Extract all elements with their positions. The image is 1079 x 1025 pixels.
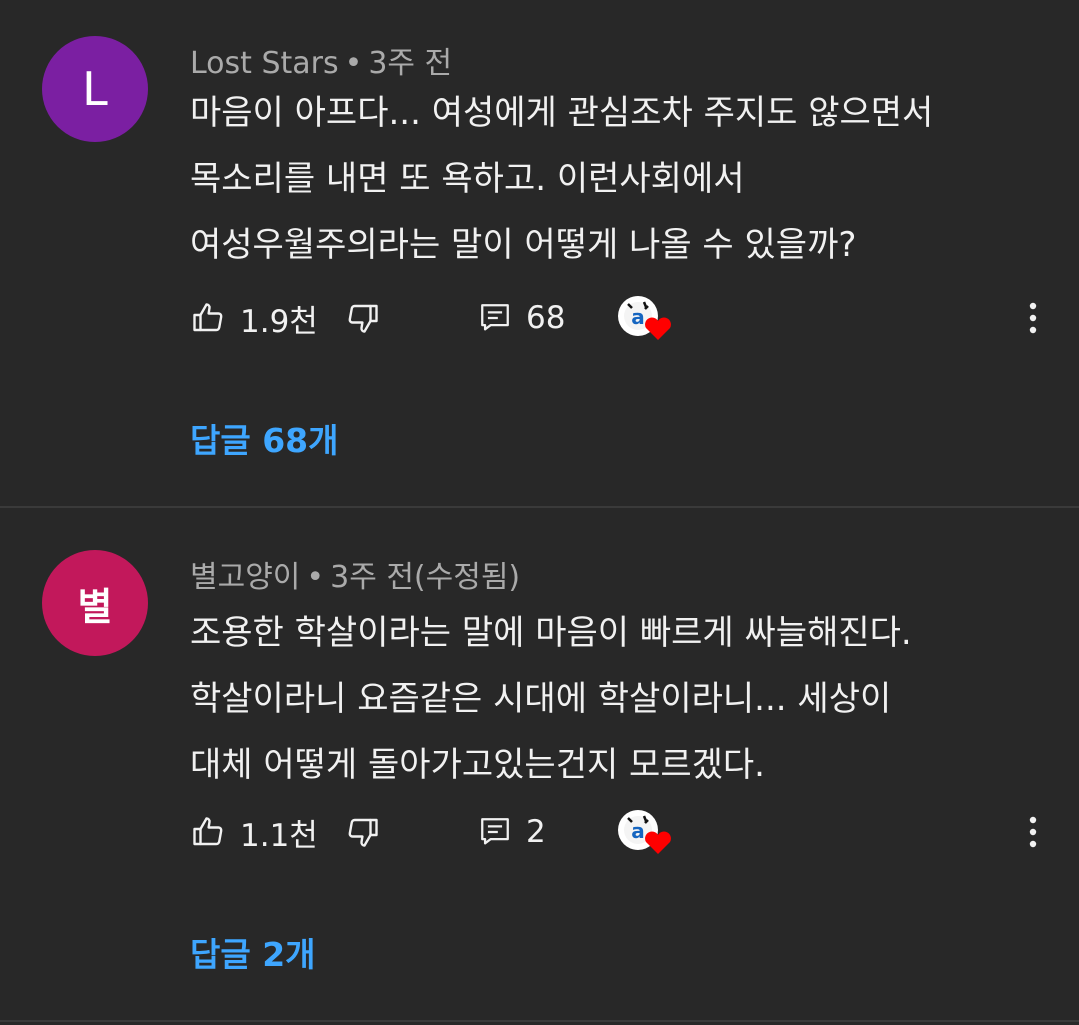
thumbs-down-icon: [345, 814, 381, 850]
avatar-letter: 별: [77, 584, 113, 629]
reply-count: 2: [526, 814, 546, 850]
like-button[interactable]: 1.1천: [190, 810, 318, 854]
comment-line: 목소리를 내면 또 욕하고. 이런사회에서: [190, 159, 745, 199]
comment-line: 여성우월주의라는 말이 어떻게 나올 수 있을까?: [190, 225, 857, 265]
thumbs-down-icon: [345, 300, 381, 336]
comment-meta: 별고양이 • 3주 전(수정됨): [190, 552, 520, 596]
dislike-button[interactable]: [345, 296, 381, 340]
svg-text:a: a: [631, 305, 645, 329]
more-vert-icon[interactable]: [1023, 814, 1043, 850]
comment-time[interactable]: 3주 전: [368, 46, 452, 81]
reply-button[interactable]: 68: [478, 296, 565, 340]
comment-actions: 1.9천 68 a: [190, 296, 1050, 340]
more-vert-icon[interactable]: [1023, 300, 1043, 336]
comment-icon: [478, 301, 512, 335]
meta-separator: •: [306, 560, 325, 595]
creator-heart-icon[interactable]: a: [618, 808, 672, 856]
like-count: 1.9천: [240, 303, 318, 340]
dislike-button[interactable]: [345, 810, 381, 854]
author-name[interactable]: 별고양이: [190, 560, 300, 595]
comment-line: 마음이 아프다... 여성에게 관심조차 주지도 않으면서: [190, 93, 934, 133]
comment-meta: Lost Stars • 3주 전: [190, 38, 452, 82]
avatar-letter: L: [82, 62, 108, 116]
comment-line: 대체 어떻게 돌아가고있는건지 모르겠다.: [190, 745, 765, 785]
comment-thread: L Lost Stars • 3주 전 마음이 아프다... 여성에게 관심조차 주…: [0, 0, 1079, 506]
comment-thread: 별 별고양이 • 3주 전(수정됨) 조용한 학살이라는 말에 마음이 빠르게 싸늘…: [0, 508, 1079, 1020]
svg-text:a: a: [631, 819, 645, 843]
avatar[interactable]: 별: [42, 550, 148, 656]
comment-actions: 1.1천 2 a: [190, 810, 1050, 854]
comment-line: 조용한 학살이라는 말에 마음이 빠르게 싸늘해진다.: [190, 613, 912, 653]
view-replies-link[interactable]: 답글 2개: [190, 928, 316, 976]
comment-text: 마음이 아프다... 여성에게 관심조차 주지도 않으면서 목소리를 내면 또 …: [190, 80, 933, 278]
reply-button[interactable]: 2: [478, 810, 546, 854]
divider: [0, 1020, 1079, 1022]
avatar[interactable]: L: [42, 36, 148, 142]
thumbs-up-icon: [190, 814, 226, 850]
creator-heart-icon[interactable]: a: [618, 294, 672, 342]
like-count: 1.1천: [240, 817, 318, 854]
comment-text: 조용한 학살이라는 말에 마음이 빠르게 싸늘해진다. 학살이라니 요즘같은 시…: [190, 600, 912, 798]
like-button[interactable]: 1.9천: [190, 296, 318, 340]
comment-time[interactable]: 3주 전(수정됨): [330, 560, 520, 595]
reply-count: 68: [526, 300, 566, 336]
author-name[interactable]: Lost Stars: [190, 46, 339, 81]
comment-line: 학살이라니 요즘같은 시대에 학살이라니... 세상이: [190, 679, 892, 719]
view-replies-link[interactable]: 답글 68개: [190, 414, 339, 462]
comment-icon: [478, 815, 512, 849]
thumbs-up-icon: [190, 300, 226, 336]
meta-separator: •: [344, 46, 363, 81]
